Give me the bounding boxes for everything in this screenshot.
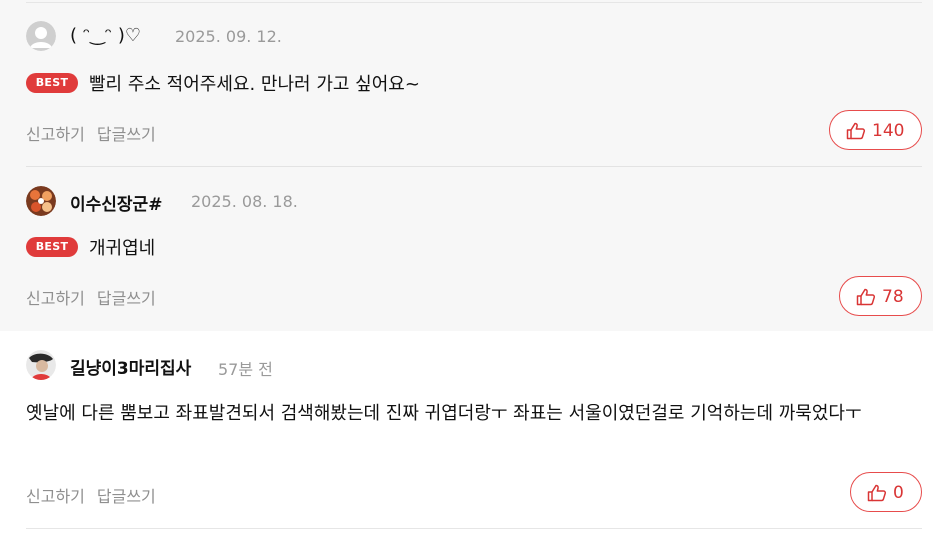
- comment-text: 옛날에 다른 뿜보고 좌표발견되서 검색해봤는데 진짜 귀엽더랑ㅜ 좌표는 서울…: [26, 403, 862, 424]
- report-button[interactable]: 신고하기: [26, 289, 85, 308]
- profile-photo-icon: [26, 186, 56, 216]
- comment-text: 빨리 주소 적어주세요. 만나러 가고 싶어요~: [89, 74, 420, 95]
- comment-item: 이수신장군# 2025. 08. 18. BEST 개귀엽네 신고하기 답글쓰기 …: [0, 166, 933, 331]
- comment-author[interactable]: 길냥이3마리집사: [70, 354, 191, 379]
- best-badge: BEST: [26, 237, 78, 257]
- profile-photo-icon: [26, 350, 56, 380]
- user-silhouette-icon: [26, 21, 56, 51]
- thumbs-up-icon: [867, 484, 887, 502]
- reply-button[interactable]: 답글쓰기: [97, 487, 156, 506]
- comment-actions: 신고하기 답글쓰기: [26, 121, 156, 145]
- like-count: 140: [872, 121, 905, 141]
- comment-text: 개귀엽네: [89, 238, 156, 259]
- thumbs-up-icon: [846, 122, 866, 140]
- report-button[interactable]: 신고하기: [26, 125, 85, 144]
- reply-button[interactable]: 답글쓰기: [97, 125, 156, 144]
- like-count: 0: [893, 483, 904, 503]
- avatar[interactable]: [26, 21, 56, 51]
- thumbs-up-icon: [856, 288, 876, 306]
- best-badge: BEST: [26, 73, 78, 93]
- comment-date: 2025. 09. 12.: [175, 27, 282, 46]
- comment-author[interactable]: ( ᵔ‿ᵔ )♡: [70, 25, 141, 46]
- comment-date: 2025. 08. 18.: [191, 192, 298, 211]
- comment-item: ( ᵔ‿ᵔ )♡ 2025. 09. 12. BEST 빨리 주소 적어주세요.…: [0, 0, 933, 166]
- comment-item: 길냥이3마리집사 57분 전 옛날에 다른 뿜보고 좌표발견되서 검색해봤는데 …: [0, 331, 933, 528]
- like-count: 78: [882, 287, 904, 307]
- like-button[interactable]: 140: [829, 110, 922, 150]
- like-button[interactable]: 0: [850, 472, 922, 512]
- comment-date: 57분 전: [218, 360, 273, 379]
- comment-actions: 신고하기 답글쓰기: [26, 483, 156, 507]
- reply-button[interactable]: 답글쓰기: [97, 289, 156, 308]
- comment-actions: 신고하기 답글쓰기: [26, 285, 156, 309]
- report-button[interactable]: 신고하기: [26, 487, 85, 506]
- avatar[interactable]: [26, 186, 56, 216]
- avatar[interactable]: [26, 350, 56, 380]
- divider: [26, 528, 922, 529]
- comment-author[interactable]: 이수신장군#: [70, 190, 162, 215]
- like-button[interactable]: 78: [839, 276, 922, 316]
